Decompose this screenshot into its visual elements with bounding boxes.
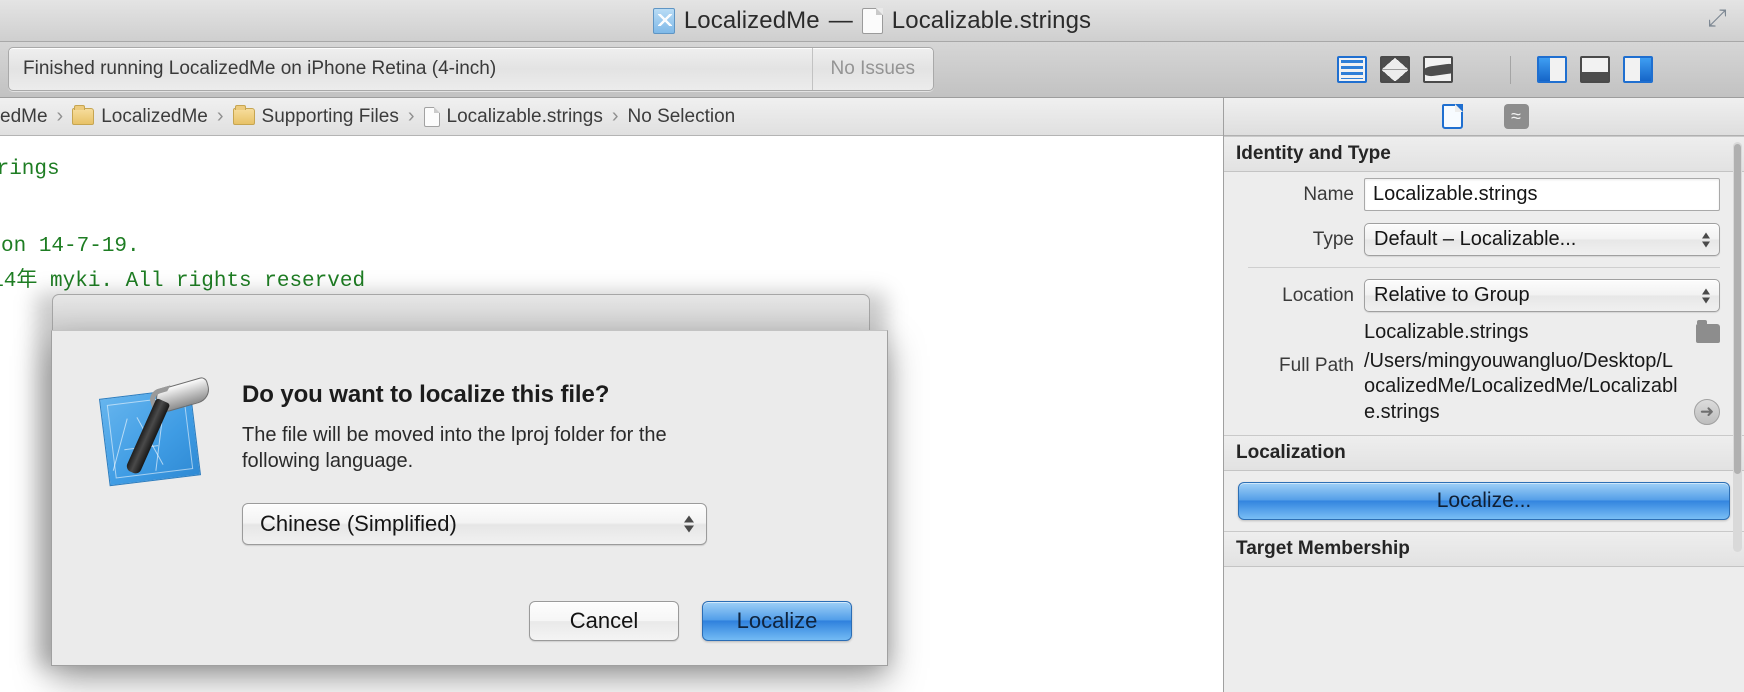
- breadcrumb-separator: ›: [56, 105, 64, 127]
- breadcrumb-item-selection[interactable]: No Selection: [628, 106, 736, 128]
- language-select[interactable]: Chinese (Simplified): [242, 503, 707, 545]
- code-line: 2014年 myki. All rights reserved: [0, 270, 366, 293]
- document-icon: [861, 7, 883, 34]
- view-toggle-group: [1537, 56, 1653, 83]
- localization-header: Localization: [1224, 434, 1744, 471]
- type-label: Type: [1312, 229, 1354, 250]
- breadcrumb-item-supporting-files[interactable]: Supporting Files: [232, 105, 399, 128]
- relative-path-value: Localizable.strings: [1364, 321, 1529, 343]
- chevron-updown-icon: [1702, 288, 1710, 303]
- identity-and-type-header: Identity and Type: [1224, 136, 1744, 172]
- document-icon: [1441, 104, 1463, 129]
- dialog-message: The file will be moved into the lproj fo…: [242, 424, 667, 472]
- quick-help-tab[interactable]: ≈: [1502, 103, 1530, 131]
- folder-icon: [232, 105, 255, 125]
- project-icon: [652, 7, 675, 34]
- localize-dialog: Do you want to localize this file? The f…: [51, 330, 888, 666]
- utilities-inspector: ≈ Identity and Type Name Localizable.str…: [1223, 98, 1744, 692]
- window-title-project: LocalizedMe: [683, 6, 820, 34]
- location-row: Location Relative to Group: [1224, 273, 1744, 318]
- choose-folder-icon[interactable]: [1696, 320, 1720, 343]
- code-line: game on 14-7-19.: [1, 235, 140, 258]
- breadcrumb-label: Supporting Files: [261, 105, 399, 127]
- breadcrumb-item-project[interactable]: edMe: [0, 106, 48, 128]
- navigator-toggle-button[interactable]: [1537, 56, 1567, 83]
- issues-count-label: No Issues: [830, 58, 915, 79]
- relative-path-row: Localizable.strings: [1224, 318, 1744, 347]
- hammer-icon: [124, 376, 213, 483]
- breadcrumb-label: Localizable.strings: [446, 105, 603, 127]
- breadcrumb-label: edMe: [0, 105, 48, 127]
- folder-icon: [72, 105, 95, 125]
- type-select-value: Default – Localizable...: [1374, 228, 1577, 250]
- full-path-row: Full Path /Users/mingyouwangluo/Desktop/…: [1224, 347, 1744, 427]
- inspector-scrollbar[interactable]: [1733, 142, 1742, 552]
- dialog-title: Do you want to localize this file?: [242, 381, 610, 408]
- window-title-bar: LocalizedMe — Localizable.strings ⤢: [0, 0, 1744, 42]
- window-title-dash: —: [828, 6, 853, 34]
- debug-area-toggle-button[interactable]: [1580, 56, 1610, 83]
- file-icon: [423, 106, 440, 127]
- relative-path-spacer: [1224, 320, 1354, 326]
- location-select-value: Relative to Group: [1374, 284, 1530, 306]
- inspector-tab-bar: ≈: [1224, 98, 1744, 136]
- breadcrumb-label: LocalizedMe: [101, 105, 208, 127]
- dialog-button-row: Cancel Localize: [529, 601, 852, 641]
- toolbar-separator: [1510, 56, 1511, 84]
- language-select-value: Chinese (Simplified): [260, 511, 457, 536]
- activity-view: Finished running LocalizedMe on iPhone R…: [8, 47, 934, 91]
- full-path-value: /Users/mingyouwangluo/Desktop/LocalizedM…: [1364, 350, 1678, 423]
- breadcrumb-item-file[interactable]: Localizable.strings: [423, 105, 603, 128]
- breadcrumb: edMe › LocalizedMe › Supporting Files › …: [0, 98, 1223, 136]
- breadcrumb-separator: ›: [407, 105, 415, 127]
- quick-help-icon: ≈: [1503, 104, 1529, 129]
- breadcrumb-label: No Selection: [627, 105, 736, 127]
- inspector-divider: [1248, 267, 1720, 268]
- window-title-file: Localizable.strings: [891, 6, 1092, 34]
- name-input[interactable]: Localizable.strings: [1364, 178, 1720, 211]
- cancel-button[interactable]: Cancel: [529, 601, 679, 641]
- dialog-sheet-header: [52, 294, 870, 330]
- localize-confirm-button[interactable]: Localize: [702, 601, 852, 641]
- reveal-in-finder-icon[interactable]: ➜: [1694, 398, 1720, 425]
- activity-status-text: Finished running LocalizedMe on iPhone R…: [23, 58, 497, 79]
- type-row: Type Default – Localizable...: [1224, 217, 1744, 262]
- name-label: Name: [1303, 184, 1354, 205]
- standard-editor-button[interactable]: [1337, 56, 1367, 83]
- fullscreen-icon[interactable]: ⤢: [1704, 6, 1730, 32]
- type-select[interactable]: Default – Localizable...: [1364, 223, 1720, 256]
- breadcrumb-separator: ›: [216, 105, 224, 127]
- chevron-updown-icon: [1702, 232, 1710, 247]
- full-path-label: Full Path: [1279, 355, 1354, 377]
- target-membership-header: Target Membership: [1224, 530, 1744, 567]
- code-line: trings: [0, 158, 60, 181]
- editor-mode-group: [1337, 56, 1453, 83]
- location-label: Location: [1282, 285, 1354, 306]
- assistant-editor-button[interactable]: [1380, 56, 1410, 83]
- main-toolbar: Finished running LocalizedMe on iPhone R…: [0, 42, 1744, 98]
- breadcrumb-item-localizedme[interactable]: LocalizedMe: [72, 105, 208, 128]
- localize-button[interactable]: Localize...: [1238, 481, 1730, 520]
- location-select[interactable]: Relative to Group: [1364, 279, 1720, 312]
- name-row: Name Localizable.strings: [1224, 172, 1744, 217]
- window-title: LocalizedMe — Localizable.strings: [652, 6, 1092, 35]
- chevron-updown-icon: [684, 515, 694, 533]
- utilities-toggle-button[interactable]: [1623, 56, 1653, 83]
- localize-button-wrap: Localize...: [1224, 471, 1744, 531]
- file-inspector-tab[interactable]: [1438, 103, 1466, 131]
- xcode-icon: [98, 376, 213, 487]
- breadcrumb-separator: ›: [611, 105, 619, 127]
- version-editor-button[interactable]: [1423, 56, 1453, 83]
